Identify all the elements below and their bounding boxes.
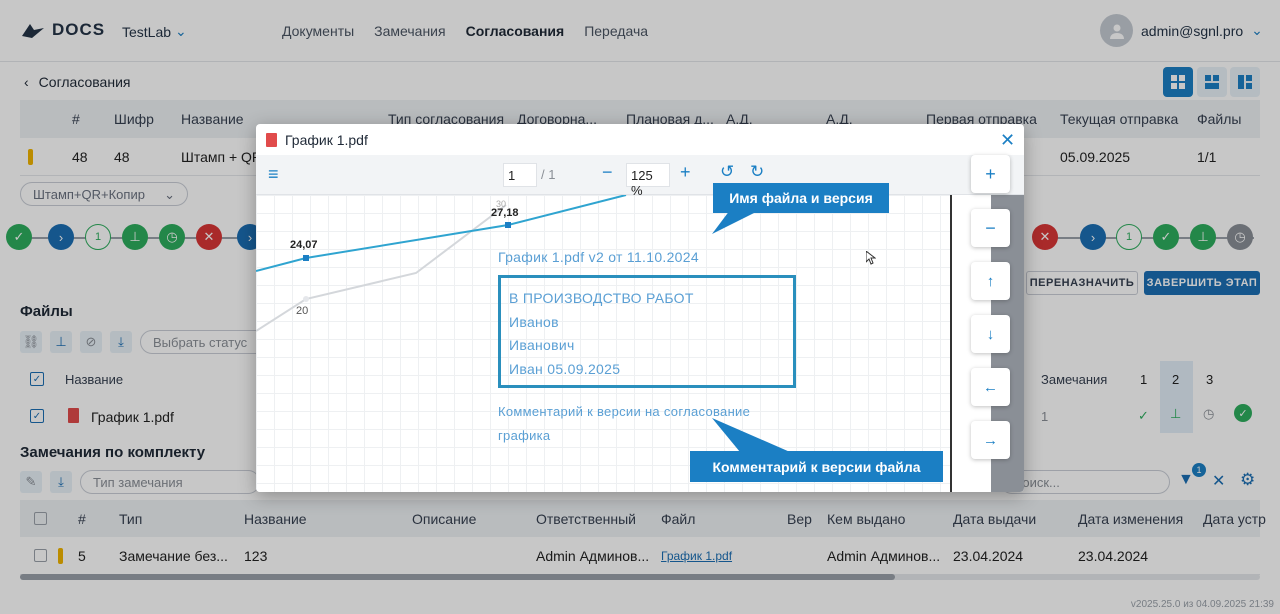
page-total: / 1 <box>541 167 556 182</box>
pdf-toolbar: ≡ 1 / 1 − 125 % + ↺ ↻ <box>256 155 1024 198</box>
callout-version-comment: Комментарий к версии файла <box>690 451 943 482</box>
version-comment: графика <box>498 428 551 443</box>
zoom-input[interactable]: 125 % <box>626 163 670 198</box>
close-icon[interactable]: ✕ <box>1000 130 1015 151</box>
stamp-line: В ПРОИЗВОДСТВО РАБОТ <box>509 290 694 306</box>
pdf-icon <box>266 132 277 147</box>
stamp-line: Иван 05.09.2025 <box>509 361 621 377</box>
version-line: График 1.pdf v2 от 11.10.2024 <box>498 249 699 265</box>
rotate-right-icon[interactable]: ↻ <box>750 162 764 182</box>
chart-label: 30 <box>496 199 507 209</box>
modal-header: График 1.pdf <box>256 124 1024 155</box>
pan-left-button[interactable]: ← <box>971 368 1010 406</box>
page-input[interactable]: 1 <box>503 163 537 187</box>
zoom-in-icon[interactable]: + <box>680 162 691 183</box>
chart-label: 24,07 <box>290 239 318 251</box>
modal-title: График 1.pdf <box>285 131 368 148</box>
pan-right-button[interactable]: → <box>971 421 1010 459</box>
cursor-icon <box>866 251 876 265</box>
stamp-line: Иванов <box>509 314 559 330</box>
chart-label: 20 <box>296 305 309 317</box>
pan-down-button[interactable]: ↓ <box>971 315 1010 353</box>
rotate-left-icon[interactable]: ↺ <box>720 162 734 182</box>
zoom-in-button[interactable]: + <box>971 155 1010 193</box>
stamp-line: Иванович <box>509 337 575 353</box>
stamp-box: В ПРОИЗВОДСТВО РАБОТ Иванов Иванович Ива… <box>498 275 796 388</box>
zoom-out-button[interactable]: − <box>971 209 1010 247</box>
pan-up-button[interactable]: ↑ <box>971 262 1010 300</box>
zoom-out-icon[interactable]: − <box>602 162 613 183</box>
pdf-viewer-modal: График 1.pdf ✕ ≡ 1 / 1 − 125 % + ↺ ↻ 24,… <box>256 124 1024 492</box>
callout-file-version: Имя файла и версия <box>713 183 889 213</box>
menu-icon[interactable]: ≡ <box>268 164 279 185</box>
